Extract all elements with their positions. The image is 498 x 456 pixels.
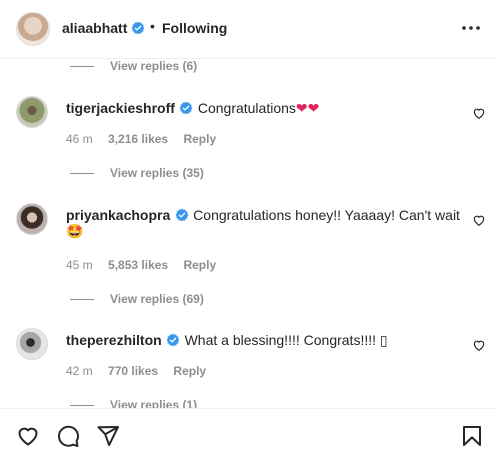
- view-replies-label: View replies (1): [110, 398, 198, 408]
- comment-item: tigerjackieshroff Congratulations❤❤ 46 m…: [0, 96, 498, 196]
- comment-likes[interactable]: 770 likes: [108, 364, 158, 378]
- comment-meta: 46 m 3,216 likes Reply: [66, 132, 228, 146]
- comment-item: theperezhilton What a blessing!!!! Congr…: [0, 328, 498, 408]
- commenter-username[interactable]: priyankachopra: [66, 207, 170, 223]
- view-replies-button[interactable]: View replies (35): [70, 166, 204, 180]
- more-horizontal-icon[interactable]: [458, 18, 484, 38]
- comment-likes[interactable]: 3,216 likes: [108, 132, 168, 146]
- post-header: aliaabhatt • Following: [0, 0, 498, 59]
- reply-button[interactable]: Reply: [183, 132, 216, 146]
- post-action-bar: [0, 408, 498, 456]
- star-struck-emoji: 🤩: [66, 223, 84, 239]
- verified-badge-icon: [179, 101, 193, 115]
- comment-text: Congratulations honey!! Yaaaay! Can't wa…: [193, 207, 460, 223]
- commenter-avatar[interactable]: [16, 328, 48, 360]
- comment-text: Congratulations: [197, 100, 296, 116]
- commenter-username[interactable]: tigerjackieshroff: [66, 100, 175, 116]
- comment-item: priyankachopra Congratulations honey!! Y…: [0, 203, 498, 323]
- verified-badge-icon: [175, 208, 189, 222]
- share-icon[interactable]: [96, 424, 120, 448]
- comment-text: What a blessing!!!! Congrats!!!! ▯: [184, 332, 388, 348]
- following-button[interactable]: Following: [162, 20, 227, 36]
- heart-emoji: ❤❤: [295, 100, 320, 116]
- comments-list: View replies (6) tigerjackieshroff Congr…: [0, 60, 498, 408]
- view-replies-button[interactable]: View replies (1): [70, 398, 197, 408]
- divider-line: [70, 404, 94, 406]
- bookmark-icon[interactable]: [460, 424, 484, 448]
- verified-badge-icon: [166, 333, 180, 347]
- commenter-avatar[interactable]: [16, 96, 48, 128]
- divider-line: [70, 65, 94, 67]
- commenter-username[interactable]: theperezhilton: [66, 332, 162, 348]
- heart-icon[interactable]: [16, 424, 40, 448]
- like-comment-heart-icon[interactable]: [472, 338, 486, 352]
- verified-badge-icon: [131, 21, 145, 35]
- comment-time: 45 m: [66, 258, 93, 272]
- comment-time: 42 m: [66, 364, 93, 378]
- comment-likes[interactable]: 5,853 likes: [108, 258, 168, 272]
- commenter-avatar[interactable]: [16, 203, 48, 235]
- divider-line: [70, 172, 94, 174]
- reply-button[interactable]: Reply: [183, 258, 216, 272]
- divider-line: [70, 298, 94, 300]
- comment-time: 46 m: [66, 132, 93, 146]
- profile-avatar[interactable]: [16, 12, 50, 46]
- profile-username[interactable]: aliaabhatt: [62, 20, 127, 36]
- comment-meta: 45 m 5,853 likes Reply: [66, 258, 228, 272]
- view-replies-label: View replies (6): [110, 60, 198, 73]
- view-replies-button[interactable]: View replies (69): [70, 292, 204, 306]
- separator-dot: •: [150, 18, 155, 34]
- view-replies-label: View replies (35): [110, 166, 204, 180]
- reply-button[interactable]: Reply: [173, 364, 206, 378]
- comment-meta: 42 m 770 likes Reply: [66, 364, 218, 378]
- view-replies-button[interactable]: View replies (6): [70, 60, 197, 73]
- like-comment-heart-icon[interactable]: [472, 213, 486, 227]
- comment-icon[interactable]: [56, 424, 80, 448]
- like-comment-heart-icon[interactable]: [472, 106, 486, 120]
- view-replies-label: View replies (69): [110, 292, 204, 306]
